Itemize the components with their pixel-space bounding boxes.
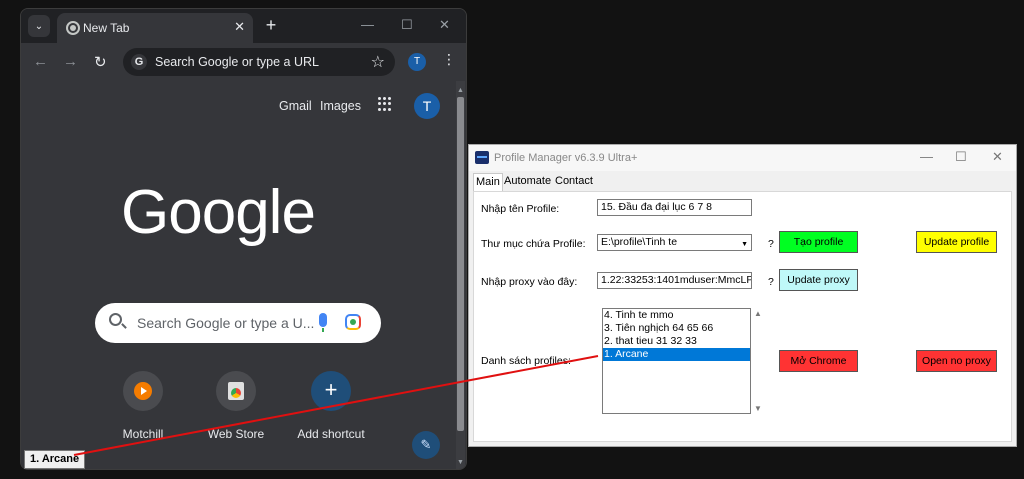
- update-profile-button[interactable]: Update profile: [916, 231, 997, 253]
- address-bar[interactable]: G Search Google or type a URL ☆: [123, 48, 395, 76]
- tab-strip: ⌄ New Tab ✕ + — ☐ ✕: [21, 9, 466, 43]
- forward-arrow-icon[interactable]: →: [63, 53, 78, 70]
- folder-combo-value: E:\profile\Tinh te: [601, 236, 678, 248]
- reload-icon[interactable]: ↻: [94, 53, 107, 71]
- open-no-proxy-button[interactable]: Open no proxy: [916, 350, 997, 372]
- tab-title: New Tab: [83, 21, 130, 35]
- close-window-button[interactable]: ✕: [439, 17, 450, 33]
- profile-manager-window: Profile Manager v6.3.9 Ultra+ — ☐ ✕ Main…: [468, 144, 1017, 447]
- profile-avatar-button[interactable]: T: [408, 53, 426, 71]
- web-store-icon: [228, 382, 244, 400]
- scroll-down-arrow-icon[interactable]: ▼: [457, 459, 464, 466]
- proxy-help-mark[interactable]: ?: [768, 276, 774, 288]
- update-proxy-button[interactable]: Update proxy: [779, 269, 858, 291]
- profile-manager-titlebar: Profile Manager v6.3.9 Ultra+ — ☐ ✕: [469, 145, 1016, 171]
- profile-name-tag: 1. Arcane: [24, 450, 86, 469]
- shortcut-label: Motchill: [122, 427, 164, 441]
- images-link[interactable]: Images: [320, 99, 361, 113]
- search-icon: [109, 313, 122, 326]
- chrome-toolbar: ← → ↻ G Search Google or type a URL ☆ T …: [21, 43, 466, 81]
- chrome-window: ⌄ New Tab ✕ + — ☐ ✕ ← → ↻ G Search Googl…: [20, 8, 467, 470]
- minimize-button[interactable]: —: [361, 17, 374, 32]
- tab-automate[interactable]: Automate: [502, 173, 553, 191]
- scroll-up-arrow-icon[interactable]: ▲: [457, 87, 464, 94]
- folder-combo[interactable]: E:\profile\Tinh te ▼: [597, 234, 752, 251]
- profiles-list-label: Danh sách profiles:: [481, 355, 571, 367]
- shortcut-label: Add shortcut: [297, 427, 365, 441]
- tab-new-tab[interactable]: New Tab ✕: [57, 13, 253, 43]
- shortcut-add[interactable]: + Add shortcut: [286, 371, 376, 441]
- folder-label: Thư mục chứa Profile:: [481, 238, 586, 250]
- plus-icon: +: [324, 377, 338, 402]
- shortcut-label: Web Store: [207, 427, 265, 441]
- profile-name-label: Nhập tên Profile:: [481, 203, 560, 215]
- maximize-button[interactable]: ☐: [955, 149, 967, 165]
- shortcut-tile: [123, 371, 163, 411]
- chrome-menu-icon[interactable]: ⋮: [442, 52, 456, 66]
- profile-name-input[interactable]: 15. Đầu đa đại lục 6 7 8: [597, 199, 752, 216]
- folder-help-mark[interactable]: ?: [768, 238, 774, 250]
- tab-contact[interactable]: Contact: [553, 173, 595, 191]
- back-arrow-icon[interactable]: ←: [33, 53, 48, 70]
- chevron-down-icon[interactable]: ▼: [741, 238, 748, 250]
- tab-search-button[interactable]: ⌄: [28, 15, 50, 37]
- list-item[interactable]: 4. Tinh te mmo: [603, 309, 750, 322]
- chrome-favicon-icon: [66, 21, 80, 35]
- address-bar-placeholder: Search Google or type a URL: [155, 55, 319, 69]
- list-scroll-up-icon[interactable]: ▲: [754, 309, 762, 318]
- scrollbar-thumb[interactable]: [457, 97, 464, 431]
- bookmark-star-icon[interactable]: ☆: [371, 52, 385, 72]
- create-profile-button[interactable]: Tạo profile: [779, 231, 858, 253]
- gmail-link[interactable]: Gmail: [279, 99, 312, 113]
- ntp-search-placeholder: Search Google or type a U...: [137, 315, 315, 331]
- tab-main[interactable]: Main: [473, 173, 503, 192]
- new-tab-page: Gmail Images T Google Search Google or t…: [21, 81, 466, 469]
- app-logo-icon: [475, 151, 489, 164]
- open-chrome-button[interactable]: Mở Chrome: [779, 350, 858, 372]
- window-title: Profile Manager v6.3.9 Ultra+: [494, 152, 638, 164]
- account-avatar[interactable]: T: [414, 93, 440, 119]
- profiles-listbox[interactable]: 4. Tinh te mmo 3. Tiên nghịch 64 65 66 2…: [602, 308, 751, 414]
- shortcut-tile: [216, 371, 256, 411]
- google-lens-icon[interactable]: [345, 314, 361, 330]
- google-apps-icon[interactable]: [378, 97, 392, 111]
- new-tab-button[interactable]: +: [261, 15, 281, 35]
- list-scroll-down-icon[interactable]: ▼: [754, 404, 762, 413]
- list-item[interactable]: 3. Tiên nghịch 64 65 66: [603, 322, 750, 335]
- minimize-button[interactable]: —: [920, 149, 933, 164]
- main-panel: Nhập tên Profile: 15. Đầu đa đại lục 6 7…: [473, 191, 1012, 442]
- google-g-icon: G: [131, 54, 147, 70]
- close-tab-icon[interactable]: ✕: [234, 19, 245, 35]
- motchill-play-icon: [134, 382, 152, 400]
- list-item-selected[interactable]: 1. Arcane: [603, 348, 750, 361]
- proxy-label: Nhập proxy vào đây:: [481, 276, 578, 288]
- google-logo: Google: [121, 178, 316, 247]
- voice-search-mic-icon[interactable]: [319, 313, 327, 332]
- close-window-button[interactable]: ✕: [992, 149, 1003, 165]
- ntp-search-box[interactable]: Search Google or type a U...: [95, 303, 381, 343]
- list-item[interactable]: 2. that tieu 31 32 33: [603, 335, 750, 348]
- proxy-input[interactable]: 1.22:33253:1401mduser:MmcLPK: [597, 272, 752, 289]
- shortcut-motchill[interactable]: Motchill: [98, 371, 188, 441]
- shortcut-tile: +: [311, 371, 351, 411]
- maximize-button[interactable]: ☐: [401, 17, 413, 33]
- shortcut-web-store[interactable]: Web Store: [191, 371, 281, 441]
- customize-pencil-icon[interactable]: ✎: [412, 431, 440, 459]
